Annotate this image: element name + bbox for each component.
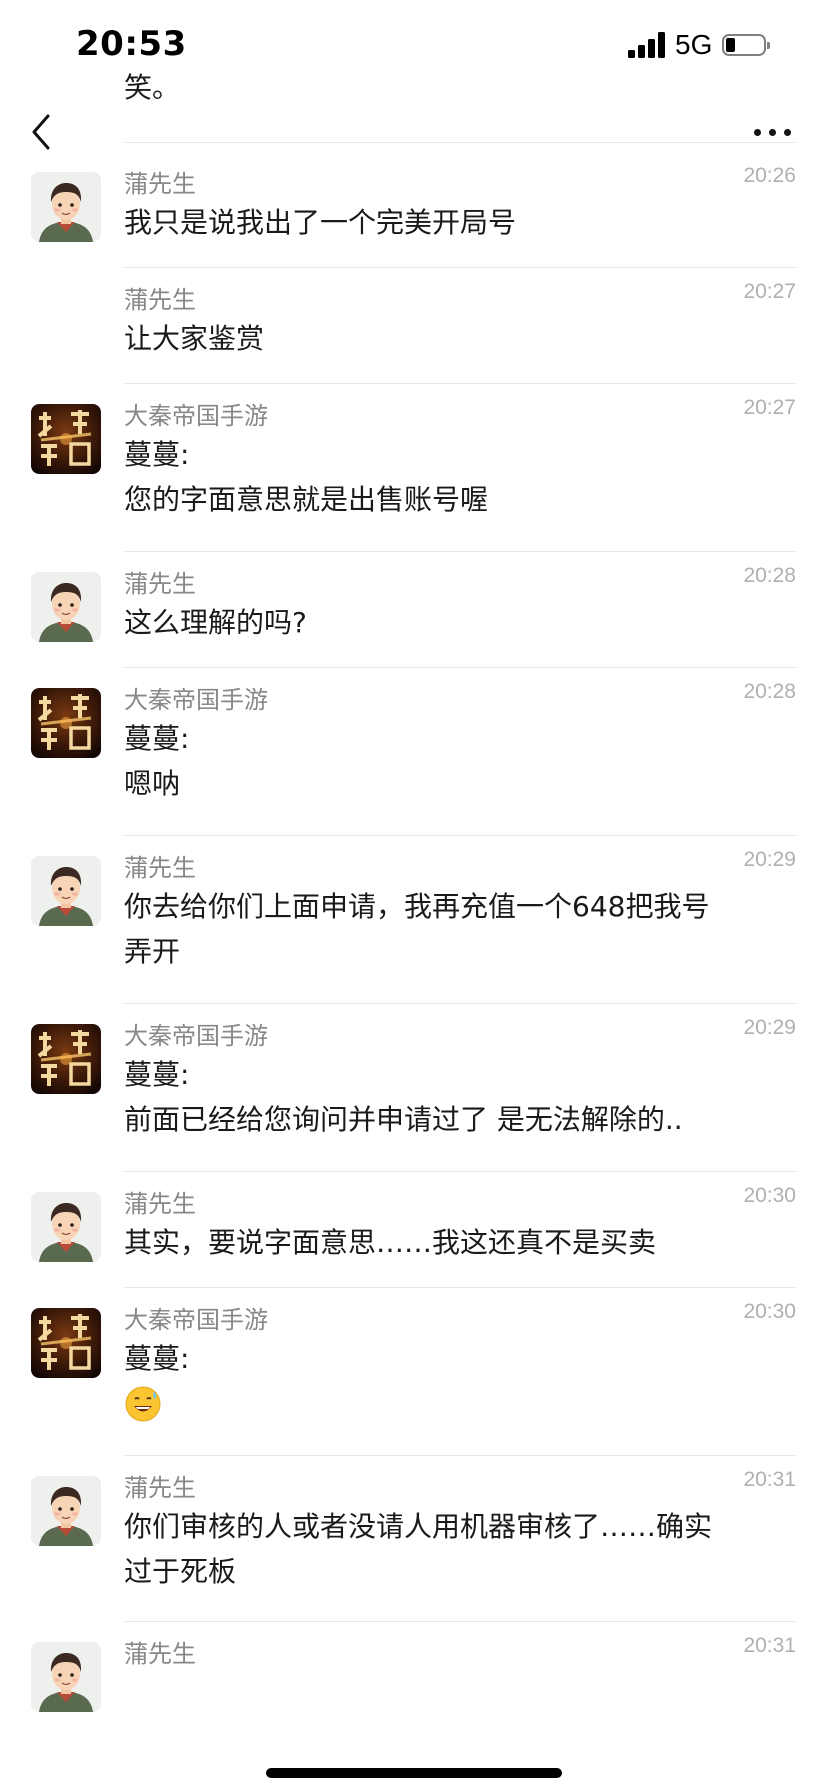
sender-name: 蒲先生 (124, 570, 196, 598)
message-text: 你去给你们上面申请，我再充值一个648把我号 弄开 (124, 884, 804, 974)
message-line: 其实，要说字面意思……我这还真不是买卖 (124, 1226, 657, 1259)
message-row[interactable]: 大秦帝国手游 20:28 蔓蔓: 嗯呐 (0, 668, 828, 836)
message-line: 蔓蔓: (124, 438, 190, 471)
message-row[interactable]: 蒲先生 20:31 你们审核的人或者没请人用机器审核了……确实 过于死板 (0, 1456, 828, 1622)
message-line: 弄开 (124, 935, 181, 968)
message-time: 20:30 (743, 1184, 796, 1207)
message-line: 你去给你们上面申请，我再充值一个648把我号 (124, 890, 710, 923)
message-line: 我只是说我出了一个完美开局号 (124, 206, 517, 239)
message-line: 蔓蔓: (124, 1058, 190, 1091)
sender-name: 蒲先生 (124, 1640, 196, 1668)
message-row[interactable]: 大秦帝国手游 20:27 蔓蔓: 您的字面意思就是出售账号喔 (0, 384, 828, 552)
signal-icon (628, 32, 668, 58)
message-row[interactable]: 蒲先生 20:28 这么理解的吗? (0, 552, 828, 668)
message-row[interactable]: 蒲先生 20:27 让大家鉴赏 (0, 268, 828, 384)
game-logo-icon (31, 688, 101, 758)
message-line: 嗯呐 (124, 767, 181, 800)
sender-name: 蒲先生 (124, 1474, 196, 1502)
emoji (124, 1381, 804, 1436)
message-time: 20:26 (743, 164, 796, 187)
message-line: 过于死板 (124, 1555, 237, 1588)
message-text: 蔓蔓: 您的字面意思就是出售账号喔 (124, 432, 804, 522)
back-button[interactable] (26, 110, 62, 154)
avatar[interactable] (31, 1308, 101, 1378)
man-avatar-icon (31, 572, 101, 642)
sender-name: 大秦帝国手游 (124, 1022, 268, 1050)
man-avatar-icon (31, 1476, 101, 1546)
message-row[interactable]: 大秦帝国手游 20:30 蔓蔓: (0, 1288, 828, 1456)
message-line: 你们审核的人或者没请人用机器审核了……确实 (124, 1510, 713, 1543)
message-text: 这么理解的吗? (124, 600, 804, 645)
message-text: 你们审核的人或者没请人用机器审核了……确实 过于死板 (124, 1504, 804, 1594)
avatar[interactable] (31, 572, 101, 642)
home-indicator[interactable] (266, 1768, 562, 1778)
message-time: 20:27 (743, 396, 796, 419)
message-time: 20:29 (743, 848, 796, 871)
sender-name: 大秦帝国手游 (124, 686, 268, 714)
avatar[interactable] (31, 1476, 101, 1546)
sender-name: 蒲先生 (124, 286, 196, 314)
message-time: 20:28 (743, 680, 796, 703)
message-time: 20:31 (743, 1634, 796, 1657)
avatar[interactable] (31, 404, 101, 474)
sender-name: 大秦帝国手游 (124, 402, 268, 430)
sender-name: 蒲先生 (124, 1190, 196, 1218)
avatar[interactable] (31, 1192, 101, 1262)
message-row[interactable]: 蒲先生 20:31 (0, 1622, 828, 1792)
message-text: 蔓蔓: (124, 1336, 804, 1436)
man-avatar-icon (31, 1642, 101, 1712)
game-logo-icon (31, 1308, 101, 1378)
message-text: 蔓蔓: 前面已经给您询问并申请过了 是无法解除的.. (124, 1052, 804, 1142)
message-text: 其实，要说字面意思……我这还真不是买卖 (124, 1220, 804, 1265)
avatar[interactable] (31, 856, 101, 926)
man-avatar-icon (31, 1192, 101, 1262)
game-logo-icon (31, 404, 101, 474)
man-avatar-icon (31, 172, 101, 242)
battery-icon (722, 34, 770, 56)
message-line: 蔓蔓: (124, 1342, 190, 1375)
message-line: 前面已经给您询问并申请过了 是无法解除的.. (124, 1103, 683, 1136)
divider (124, 142, 796, 143)
message-row[interactable]: 蒲先生 20:29 你去给你们上面申请，我再充值一个648把我号 弄开 (0, 836, 828, 1004)
nav-bar (0, 82, 828, 150)
message-row[interactable]: 蒲先生 20:26 我只是说我出了一个完美开局号 (0, 152, 828, 268)
message-row[interactable]: 大秦帝国手游 20:29 蔓蔓: 前面已经给您询问并申请过了 是无法解除的.. (0, 1004, 828, 1172)
message-line: 让大家鉴赏 (124, 322, 265, 355)
message-time: 20:30 (743, 1300, 796, 1323)
message-time: 20:28 (743, 564, 796, 587)
sender-name: 大秦帝国手游 (124, 1306, 268, 1334)
message-line: 蔓蔓: (124, 722, 190, 755)
message-time: 20:27 (743, 280, 796, 303)
network-type: 5G (675, 29, 713, 60)
status-time: 20:53 (76, 24, 187, 64)
message-row[interactable]: 蒲先生 20:30 其实，要说字面意思……我这还真不是买卖 (0, 1172, 828, 1288)
sweat-smile-emoji (125, 1386, 161, 1422)
avatar[interactable] (31, 172, 101, 242)
sender-name: 蒲先生 (124, 170, 196, 198)
sender-name: 蒲先生 (124, 854, 196, 882)
message-text: 蔓蔓: 嗯呐 (124, 716, 804, 806)
message-line: 这么理解的吗? (124, 606, 307, 639)
more-button[interactable] (752, 122, 794, 142)
avatar[interactable] (31, 688, 101, 758)
chevron-left-icon (32, 114, 50, 150)
man-avatar-icon (31, 856, 101, 926)
message-line: 您的字面意思就是出售账号喔 (124, 483, 489, 516)
message-time: 20:29 (743, 1016, 796, 1039)
message-text: 让大家鉴赏 (124, 316, 804, 361)
message-time: 20:31 (743, 1468, 796, 1491)
avatar[interactable] (31, 1642, 101, 1712)
avatar[interactable] (31, 1024, 101, 1094)
message-text: 我只是说我出了一个完美开局号 (124, 200, 804, 245)
game-logo-icon (31, 1024, 101, 1094)
